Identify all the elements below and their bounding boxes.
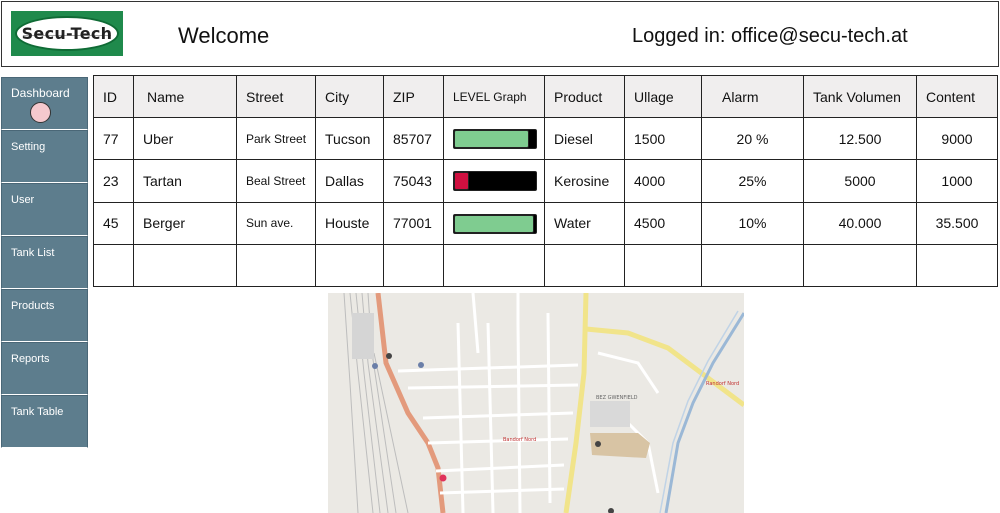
sidebar-item-label: Tank Table: [11, 406, 64, 418]
header-bar: Secu-Tech Welcome Logged in: office@secu…: [1, 1, 999, 67]
logged-in-user: Logged in: office@secu-tech.at: [632, 25, 908, 47]
empty-cell: [624, 243, 702, 288]
sidebar-item-label: Tank List: [11, 247, 55, 259]
map-pin-icon[interactable]: [386, 353, 392, 359]
column-header-name[interactable]: Name: [133, 75, 237, 118]
sidebar-item-products[interactable]: Products: [1, 289, 88, 342]
sidebar-item-label: Setting: [11, 141, 46, 153]
empty-cell: [236, 243, 316, 288]
cell-name: Uber: [133, 116, 237, 161]
sidebar-item-label: Dashboard: [11, 86, 70, 100]
cell-zip: 85707: [383, 116, 444, 161]
level-gauge: [453, 129, 537, 150]
column-header-content[interactable]: Content: [916, 75, 998, 118]
cell-street: Sun ave.: [236, 201, 316, 245]
sidebar-item-tank-table[interactable]: Tank Table: [1, 395, 88, 448]
cell-street: Beal Street: [236, 159, 316, 203]
cell-tank-volumen: 12.500: [803, 116, 917, 161]
column-header-city[interactable]: City: [315, 75, 384, 118]
level-gauge-fill: [454, 130, 530, 149]
level-gauge-fill: [454, 214, 535, 233]
sidebar: Dashboard Setting User Tank List Product…: [1, 77, 88, 448]
empty-cell: [383, 243, 444, 288]
cell-street: Park Street: [236, 116, 316, 161]
secu-tech-logo[interactable]: Secu-Tech: [11, 11, 123, 56]
cell-id: 77: [93, 116, 134, 161]
cell-city: Dallas: [315, 159, 384, 203]
column-header-ullage[interactable]: Ullage: [624, 75, 702, 118]
cell-content: 9000: [916, 116, 998, 161]
sidebar-item-tank-list[interactable]: Tank List: [1, 236, 88, 289]
table-row[interactable]: 23 Tartan Beal Street Dallas 75043 Keros…: [93, 159, 998, 203]
cell-tank-volumen: 40.000: [803, 201, 917, 245]
sidebar-item-reports[interactable]: Reports: [1, 342, 88, 395]
column-header-product[interactable]: Product: [544, 75, 625, 118]
sidebar-item-dashboard[interactable]: Dashboard: [1, 77, 88, 130]
sidebar-item-label: User: [11, 194, 35, 206]
cell-level-graph: [443, 159, 545, 203]
cell-content: 1000: [916, 159, 998, 203]
cell-product: Water: [544, 201, 625, 245]
map-label-park: BEZ GWENFIELD: [596, 395, 638, 401]
empty-cell: [133, 243, 237, 288]
table-row-empty: [93, 243, 998, 288]
map-label-nord: Bandorf Nord: [503, 437, 536, 443]
welcome-title: Welcome: [178, 23, 270, 48]
level-gauge: [453, 213, 537, 234]
map-pin-icon[interactable]: [418, 362, 424, 368]
map-location-marker-icon[interactable]: [439, 474, 447, 482]
cell-level-graph: [443, 201, 545, 245]
column-header-street[interactable]: Street: [236, 75, 316, 118]
cell-alarm: 10%: [701, 201, 804, 245]
cell-alarm: 20 %: [701, 116, 804, 161]
empty-cell: [93, 243, 134, 288]
cell-zip: 77001: [383, 201, 444, 245]
cell-ullage: 1500: [624, 116, 702, 161]
dashboard-indicator-icon: [30, 102, 51, 123]
empty-cell: [701, 243, 804, 288]
column-header-zip[interactable]: ZIP: [383, 75, 444, 118]
cell-content: 35.500: [916, 201, 998, 245]
empty-cell: [803, 243, 917, 288]
level-gauge: [453, 171, 537, 192]
empty-cell: [315, 243, 384, 288]
cell-id: 23: [93, 159, 134, 203]
cell-id: 45: [93, 201, 134, 245]
logo-text: Secu-Tech: [15, 16, 119, 51]
empty-cell: [443, 243, 545, 288]
location-map[interactable]: BEZ GWENFIELD Bandorf Nord Randorf Nord: [328, 293, 744, 513]
column-header-level-graph[interactable]: LEVEL Graph: [443, 75, 545, 118]
cell-alarm: 25%: [701, 159, 804, 203]
column-header-alarm[interactable]: Alarm: [701, 75, 804, 118]
table-row[interactable]: 45 Berger Sun ave. Houste 77001 Water 45…: [93, 201, 998, 245]
column-header-tank-volumen[interactable]: Tank Volumen: [803, 75, 917, 118]
map-canvas: BEZ GWENFIELD Bandorf Nord Randorf Nord: [328, 293, 744, 513]
sidebar-item-label: Reports: [11, 353, 50, 365]
table-row[interactable]: 77 Uber Park Street Tucson 85707 Diesel …: [93, 116, 998, 161]
cell-product: Diesel: [544, 116, 625, 161]
map-pin-icon[interactable]: [372, 363, 378, 369]
cell-product: Kerosine: [544, 159, 625, 203]
sidebar-item-label: Products: [11, 300, 55, 312]
cell-name: Berger: [133, 201, 237, 245]
table-header-row: ID Name Street City ZIP LEVEL Graph Prod…: [93, 75, 998, 118]
empty-cell: [544, 243, 625, 288]
cell-city: Houste: [315, 201, 384, 245]
cell-zip: 75043: [383, 159, 444, 203]
cell-ullage: 4000: [624, 159, 702, 203]
level-gauge-fill: [454, 172, 469, 191]
column-header-id[interactable]: ID: [93, 75, 134, 118]
cell-level-graph: [443, 116, 545, 161]
cell-name: Tartan: [133, 159, 237, 203]
sidebar-item-user[interactable]: User: [1, 183, 88, 236]
cell-city: Tucson: [315, 116, 384, 161]
map-pin-icon[interactable]: [595, 441, 601, 447]
tank-table: ID Name Street City ZIP LEVEL Graph Prod…: [93, 75, 998, 288]
map-label-nord-east: Randorf Nord: [706, 381, 739, 387]
cell-tank-volumen: 5000: [803, 159, 917, 203]
empty-cell: [916, 243, 998, 288]
sidebar-item-setting[interactable]: Setting: [1, 130, 88, 183]
cell-ullage: 4500: [624, 201, 702, 245]
